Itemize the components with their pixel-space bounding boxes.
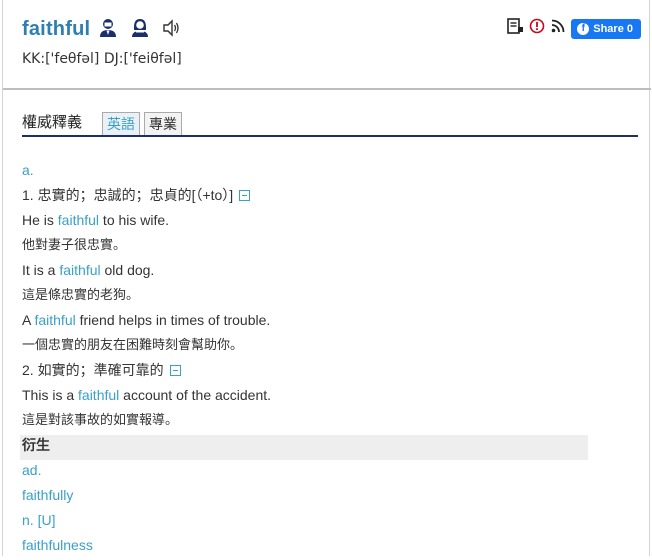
example-en: He is faithful to his wife. bbox=[22, 210, 622, 235]
speaker-icon[interactable] bbox=[161, 18, 181, 43]
keyword-link[interactable]: faithful bbox=[78, 387, 119, 403]
derived-word-link[interactable]: faithfulness bbox=[22, 535, 622, 560]
example-text: account of the accident. bbox=[119, 387, 272, 403]
add-to-wordbook-icon[interactable] bbox=[507, 18, 524, 39]
share-label: Share 0 bbox=[593, 22, 633, 35]
keyword-link[interactable]: faithful bbox=[59, 262, 100, 278]
example-en: A faithful friend helps in times of trou… bbox=[22, 310, 622, 335]
example-text: A bbox=[22, 312, 35, 328]
entry-header: faithful f Share 0 KK:['feθfəl] DJ:['fei… bbox=[3, 0, 651, 90]
example-zh: 這是對該事故的如實報導。 bbox=[22, 412, 179, 427]
male-voice-icon[interactable] bbox=[98, 18, 118, 43]
female-voice-icon[interactable] bbox=[130, 18, 150, 43]
example-text: friend helps in times of trouble. bbox=[75, 312, 271, 328]
pos-adjective: a. bbox=[22, 162, 34, 178]
pos-noun: n. [U] bbox=[22, 512, 56, 528]
derived-forms-heading: 衍生 bbox=[20, 435, 588, 460]
keyword-link[interactable]: faithful bbox=[34, 312, 75, 328]
report-error-icon[interactable] bbox=[529, 18, 545, 39]
example-zh: 一個忠實的朋友在困難時刻會幫助你。 bbox=[22, 337, 244, 352]
pronunciation: KK:['feθfəl] DJ:['feiθfəl] bbox=[22, 51, 182, 67]
example-text: It is a bbox=[22, 262, 60, 278]
example-text: This is a bbox=[22, 387, 79, 403]
collapse-icon[interactable] bbox=[169, 365, 181, 376]
derived-word-link[interactable]: faithfully bbox=[22, 485, 622, 510]
collapse-icon[interactable] bbox=[239, 190, 251, 201]
tab-english[interactable]: 英語 bbox=[102, 112, 140, 135]
facebook-icon: f bbox=[577, 22, 590, 35]
definition-tabs: 權威釋義 英語 專業 bbox=[22, 107, 638, 137]
example-zh: 這是條忠實的老狗。 bbox=[22, 287, 140, 302]
headword: faithful bbox=[22, 18, 91, 40]
sense-2: 2. 如實的；準確可靠的 bbox=[22, 360, 622, 385]
sense-1: 1. 忠實的；忠誠的；忠貞的[（+to）] bbox=[22, 185, 622, 210]
example-zh: 他對妻子很忠實。 bbox=[22, 237, 127, 252]
rss-icon[interactable] bbox=[551, 19, 565, 38]
pos-adverb: ad. bbox=[22, 462, 42, 478]
tab-professional[interactable]: 專業 bbox=[144, 112, 182, 135]
definition-list: a. 1. 忠實的；忠誠的；忠貞的[（+to）] He is faithful … bbox=[20, 160, 622, 560]
facebook-share-button[interactable]: f Share 0 bbox=[571, 18, 641, 39]
tabs-title: 權威釋義 bbox=[22, 114, 83, 131]
keyword-link[interactable]: faithful bbox=[58, 212, 99, 228]
example-text: He is bbox=[22, 212, 58, 228]
example-text: to his wife. bbox=[99, 212, 170, 228]
sense-2-text: 2. 如實的；準確可靠的 bbox=[22, 362, 164, 378]
dictionary-panel: faithful f Share 0 KK:['feθfəl] DJ:['fei… bbox=[2, 0, 651, 556]
header-tools: f Share 0 bbox=[507, 18, 641, 39]
example-en: This is a faithful account of the accide… bbox=[22, 385, 622, 410]
example-text: old dog. bbox=[100, 262, 155, 278]
example-en: It is a faithful old dog. bbox=[22, 260, 622, 285]
sense-1-text: 1. 忠實的；忠誠的；忠貞的[（+to）] bbox=[22, 187, 234, 203]
